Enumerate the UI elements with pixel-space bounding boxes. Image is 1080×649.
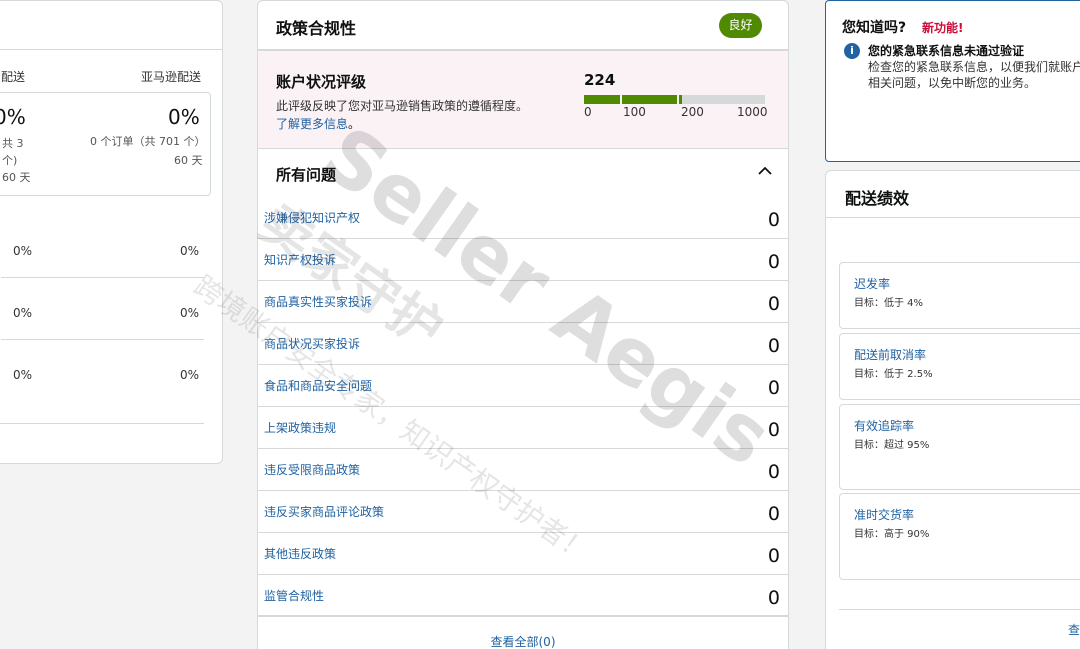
issue-link[interactable]: 食品和商品安全问题	[264, 377, 372, 394]
issue-link[interactable]: 涉嫌侵犯知识产权	[264, 209, 360, 226]
issue-row: 食品和商品安全问题 0	[258, 365, 788, 407]
new-feature-label: 新功能!	[922, 21, 964, 35]
rating-bar-fill	[679, 95, 682, 104]
metric-name[interactable]: 配送前取消率	[854, 346, 926, 363]
delivery-performance-panel: 配送绩效 迟发率 目标：低于 4% 配送前取消率 目标：低于 2.5% 有效追踪…	[825, 170, 1080, 649]
rating-tick: 100	[623, 105, 646, 119]
issue-count: 0	[767, 335, 780, 357]
issue-link[interactable]: 违反受限商品政策	[264, 461, 360, 478]
issue-count: 0	[767, 377, 780, 399]
issue-row: 涉嫌侵犯知识产权 0	[258, 197, 788, 239]
issue-link[interactable]: 其他违反政策	[264, 545, 336, 562]
seller-rate-period: 60 天	[2, 171, 31, 184]
learn-more-line: 了解更多信息。	[276, 115, 360, 132]
metric-target: 目标：低于 4%	[854, 298, 924, 309]
divider	[826, 217, 1080, 218]
chevron-up-icon[interactable]	[758, 166, 772, 176]
issue-row: 监管合规性 0	[258, 575, 788, 617]
rating-title: 账户状况评级	[276, 73, 367, 91]
column-header-seller-fulfilled: 配送	[1, 70, 26, 84]
issue-count: 0	[767, 209, 780, 231]
learn-more-link[interactable]: 了解更多信息	[276, 117, 348, 131]
seller-rate-detail-2: 个)	[2, 154, 18, 167]
issue-count: 0	[767, 503, 780, 525]
rating-tick: 1000	[737, 105, 768, 119]
metric-value: 0%	[180, 368, 200, 382]
notice-question: 您知道吗?	[842, 20, 907, 36]
rating-bar-segment-3	[679, 95, 765, 104]
issue-row: 违反受限商品政策 0	[258, 449, 788, 491]
rating-bar-segment-1	[584, 95, 620, 104]
seller-rate-detail: 共 3	[2, 137, 24, 150]
column-header-fba: 亚马逊配送	[141, 70, 202, 84]
divider	[0, 49, 222, 50]
account-health-rating: 账户状况评级 此评级反映了您对亚马逊销售政策的遵循程度。 了解更多信息。 224…	[258, 51, 788, 149]
issue-link[interactable]: 商品状况买家投诉	[264, 335, 360, 352]
metric-target: 目标：高于 90%	[854, 529, 930, 540]
issue-count: 0	[767, 419, 780, 441]
issue-row: 上架政策违规 0	[258, 407, 788, 449]
fba-rate-detail: 0 个订单（共 701 个）	[90, 135, 206, 148]
metric-card[interactable]: 准时交货率 目标：高于 90%	[839, 493, 1080, 580]
metric-card[interactable]: 迟发率 目标：低于 4%	[839, 262, 1080, 329]
learn-more-suffix: 。	[348, 117, 361, 131]
rating-tick: 200	[681, 105, 704, 119]
divider	[1, 277, 204, 278]
divider	[1, 339, 204, 340]
issue-row: 违反买家商品评论政策 0	[258, 491, 788, 533]
issue-row: 其他违反政策 0	[258, 533, 788, 575]
metric-target: 目标：超过 95%	[854, 440, 930, 451]
issue-row: 商品状况买家投诉 0	[258, 323, 788, 365]
issue-count: 0	[767, 587, 780, 609]
view-more-link[interactable]: 查看	[1068, 621, 1080, 638]
view-all-row: 查看全部(0)	[258, 633, 788, 649]
metric-card[interactable]: 配送前取消率 目标：低于 2.5%	[839, 333, 1080, 400]
rate-summary-box: 0% 共 3 个) 60 天 0% 0 个订单（共 701 个） 60 天	[0, 92, 211, 196]
view-all-link[interactable]: 查看全部(0)	[491, 635, 556, 649]
metric-value: 0%	[13, 368, 33, 382]
info-icon: i	[844, 43, 860, 59]
seller-rate-value: 0%	[0, 105, 26, 129]
divider	[839, 609, 1080, 610]
metric-name[interactable]: 有效追踪率	[854, 417, 914, 434]
policy-compliance-panel: 政策合规性 良好 账户状况评级 此评级反映了您对亚马逊销售政策的遵循程度。 了解…	[257, 0, 789, 649]
did-you-know-notice: 您知道吗? 新功能! i 您的紧急联系信息未通过验证 检查您的紧急联系信息，以便…	[825, 0, 1080, 162]
issue-link[interactable]: 商品真实性买家投诉	[264, 293, 372, 310]
fba-rate-value: 0%	[168, 105, 200, 129]
rating-bar	[584, 95, 765, 104]
issue-count: 0	[767, 545, 780, 567]
issue-link[interactable]: 违反买家商品评论政策	[264, 503, 384, 520]
metric-name[interactable]: 迟发率	[854, 275, 890, 292]
issue-count: 0	[767, 293, 780, 315]
rating-description: 此评级反映了您对亚马逊销售政策的遵循程度。	[276, 99, 529, 113]
account-health-left-panel: 配送 亚马逊配送 0% 共 3 个) 60 天 0% 0 个订单（共 701 个…	[0, 0, 223, 464]
divider	[0, 423, 204, 424]
metric-target: 目标：低于 2.5%	[854, 369, 933, 380]
issue-link[interactable]: 知识产权投诉	[264, 251, 336, 268]
all-issues-title: 所有问题	[276, 166, 337, 184]
rating-tick: 0	[584, 105, 592, 119]
issue-count: 0	[767, 461, 780, 483]
metric-value: 0%	[180, 306, 200, 320]
status-badge: 良好	[719, 13, 762, 38]
metric-card[interactable]: 有效追踪率 目标：超过 95%	[839, 404, 1080, 490]
rating-score: 224	[584, 71, 616, 89]
fba-rate-period: 60 天	[174, 154, 203, 167]
metric-value: 0%	[13, 244, 33, 258]
metric-value: 0%	[180, 244, 200, 258]
rating-bar-segment-2	[622, 95, 677, 104]
issue-row: 知识产权投诉 0	[258, 239, 788, 281]
metric-value: 0%	[13, 306, 33, 320]
notice-body: 检查您的紧急联系信息，以便我们就账户状况相关问题，以免中断您的业务。	[868, 60, 1080, 90]
metric-name[interactable]: 准时交货率	[854, 506, 914, 523]
issue-link[interactable]: 上架政策违规	[264, 419, 336, 436]
issue-link[interactable]: 监管合规性	[264, 587, 324, 604]
notice-headline: 您的紧急联系信息未通过验证	[868, 44, 1025, 58]
panel-title: 政策合规性	[276, 19, 357, 38]
issue-count: 0	[767, 251, 780, 273]
panel-title: 配送绩效	[845, 189, 910, 208]
issue-row: 商品真实性买家投诉 0	[258, 281, 788, 323]
